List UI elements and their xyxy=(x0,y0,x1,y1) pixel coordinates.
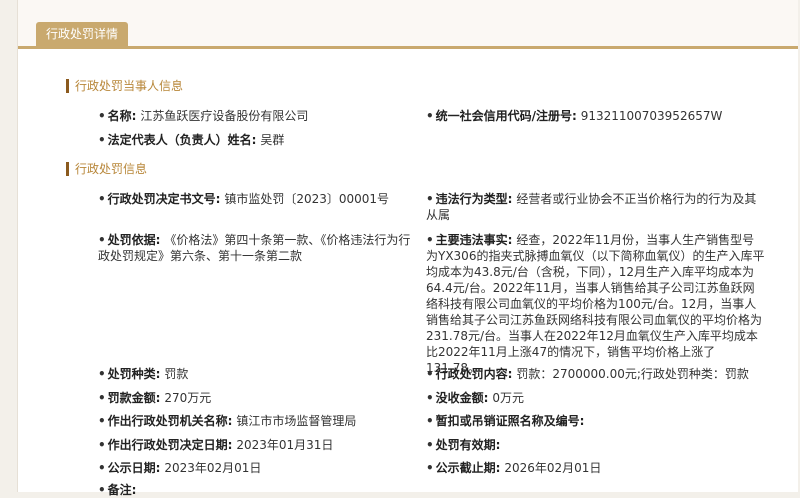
party-name-value: 江苏鱼跃医疗设备股份有限公司 xyxy=(140,109,309,123)
tab-penalty-detail[interactable]: 行政处罚详情 xyxy=(36,22,129,46)
decision-doc-label: 行政处罚决定书文号: xyxy=(107,192,221,206)
decision-date-value: 2023年01月31日 xyxy=(236,438,334,452)
main-facts-value: 经查，2022年11月份，当事人生产销售型号为YX306的指夹式脉搏血氧仪（以下… xyxy=(426,233,765,375)
penalty-kind-label: 处罚种类: xyxy=(107,367,161,381)
detail-panel: 行政处罚详情 行政处罚当事人信息 • 名称: 江苏鱼跃医疗设备股份有限公司 • 统一… xyxy=(17,0,798,497)
penalty-basis-label: 处罚依据: xyxy=(107,233,161,247)
decision-date: • 作出行政处罚决定日期: 2023年01月31日 xyxy=(98,438,334,452)
decision-doc-value: 镇市监处罚〔2023〕00001号 xyxy=(224,192,390,206)
penalty-org-label: 作出行政处罚机关名称: xyxy=(107,414,233,428)
section-party-title: 行政处罚当事人信息 xyxy=(66,79,183,93)
publish-date: • 公示日期: 2023年02月01日 xyxy=(98,461,262,475)
license-info-label: 暂扣或吊销证照名称及编号: xyxy=(435,414,585,428)
credit-code-label: 统一社会信用代码/注册号: xyxy=(435,109,577,123)
tab-bar: 行政处罚详情 xyxy=(18,0,798,49)
penalty-validity: • 处罚有效期: xyxy=(426,438,501,452)
main-facts-label: 主要违法事实: xyxy=(435,233,513,247)
fine-amount-label: 罚款金额: xyxy=(107,391,161,405)
section-penalty-title: 行政处罚信息 xyxy=(66,162,147,176)
publish-end-date: • 公示截止期: 2026年02月01日 xyxy=(426,461,602,475)
penalty-validity-label: 处罚有效期: xyxy=(435,438,501,452)
confiscation-amount: • 没收金额: 0万元 xyxy=(426,391,524,405)
legal-rep-value: 吴群 xyxy=(260,133,285,147)
penalty-content-label: 行政处罚内容: xyxy=(435,367,513,381)
fine-amount-value: 270万元 xyxy=(164,391,212,405)
legal-rep-label: 法定代表人（负责人）姓名: xyxy=(107,133,257,147)
fine-amount: • 罚款金额: 270万元 xyxy=(98,391,212,405)
confiscation-amount-label: 没收金额: xyxy=(435,391,489,405)
publish-date-value: 2023年02月01日 xyxy=(164,461,262,475)
remark-label: 备注: xyxy=(107,483,137,497)
penalty-content: • 行政处罚内容: 罚款：2700000.00元;行政处罚种类：罚款 xyxy=(426,367,749,381)
confiscation-amount-value: 0万元 xyxy=(492,391,524,405)
remark: • 备注: xyxy=(98,483,137,497)
legal-rep: • 法定代表人（负责人）姓名: 吴群 xyxy=(98,133,285,147)
credit-code: • 统一社会信用代码/注册号: 91321100703952657W xyxy=(426,109,723,123)
decision-date-label: 作出行政处罚决定日期: xyxy=(107,438,233,452)
penalty-basis: • 处罚依据: 《价格法》第四十条第一款、《价格违法行为行政处罚规定》第六条、第十… xyxy=(98,233,411,263)
violation-type-label: 违法行为类型: xyxy=(435,192,513,206)
publish-end-date-label: 公示截止期: xyxy=(435,461,501,475)
decision-doc: • 行政处罚决定书文号: 镇市监处罚〔2023〕00001号 xyxy=(98,192,390,206)
credit-code-value: 91321100703952657W xyxy=(580,109,723,123)
publish-date-label: 公示日期: xyxy=(107,461,161,475)
party-name: • 名称: 江苏鱼跃医疗设备股份有限公司 xyxy=(98,109,309,123)
penalty-kind: • 处罚种类: 罚款 xyxy=(98,367,189,381)
penalty-org: • 作出行政处罚机关名称: 镇江市市场监督管理局 xyxy=(98,414,357,428)
license-info: • 暂扣或吊销证照名称及编号: xyxy=(426,414,585,428)
penalty-kind-value: 罚款 xyxy=(164,367,189,381)
publish-end-date-value: 2026年02月01日 xyxy=(504,461,602,475)
main-facts: • 主要违法事实: 经查，2022年11月份，当事人生产销售型号为YX306的指夹… xyxy=(426,233,765,375)
violation-type: • 违法行为类型: 经营者或行业协会不正当价格行为的行为及其从属 xyxy=(426,192,757,222)
penalty-content-value: 罚款：2700000.00元;行政处罚种类：罚款 xyxy=(516,367,749,381)
penalty-org-value: 镇江市市场监督管理局 xyxy=(236,414,357,428)
party-name-label: 名称: xyxy=(107,109,137,123)
